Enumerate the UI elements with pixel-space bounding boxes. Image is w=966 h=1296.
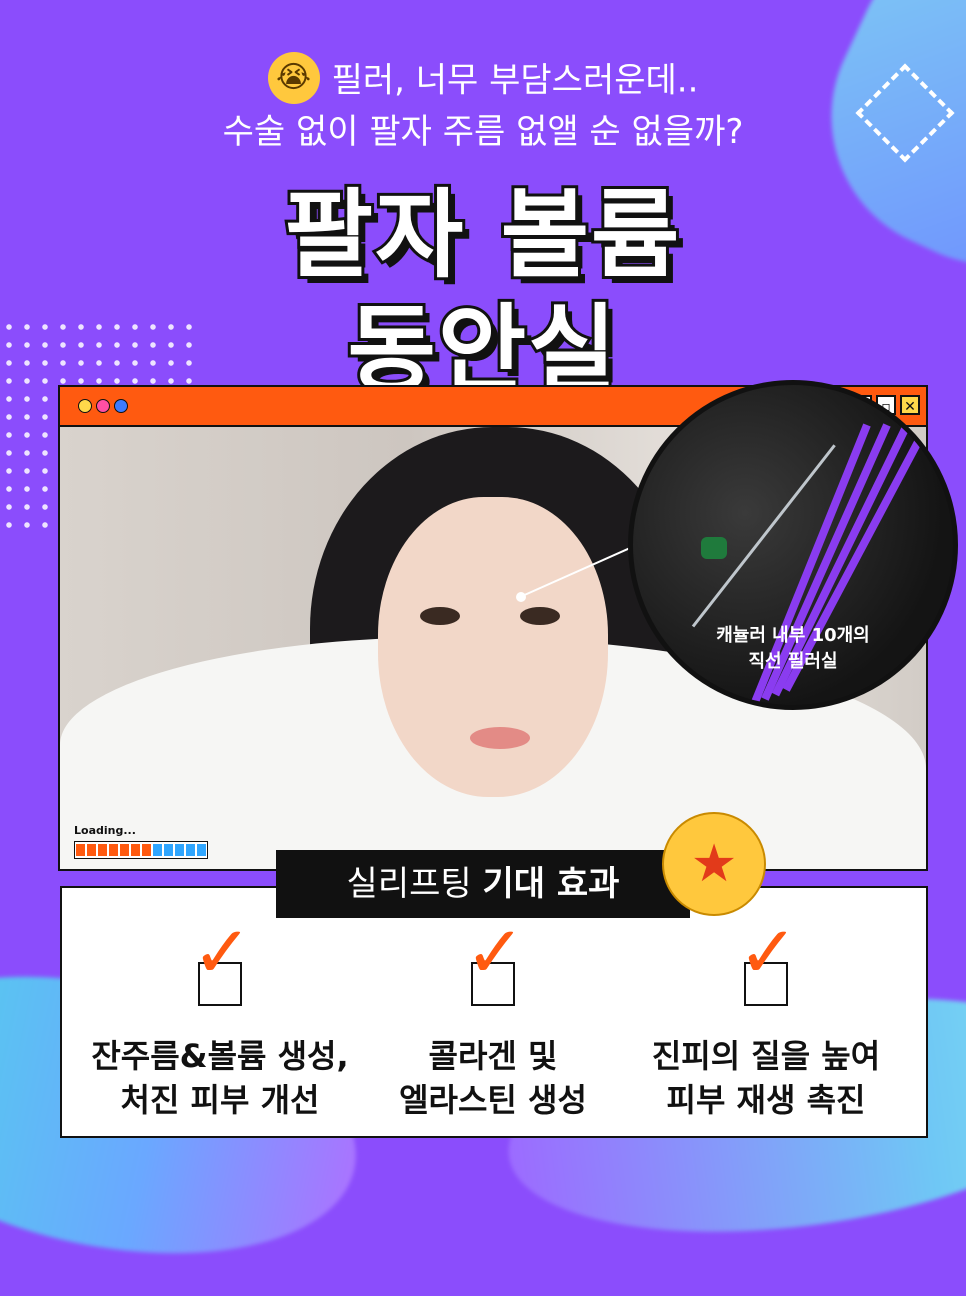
- loading-segment: [98, 844, 107, 856]
- photo-lips: [470, 727, 530, 749]
- intro-line-1: 필러, 너무 부담스러운데..: [331, 60, 699, 101]
- intro-line-2: 수술 없이 팔자 주름 없앨 순 없을까?: [222, 112, 744, 152]
- photo-eye: [420, 607, 460, 625]
- check-mark-icon: ✓: [465, 910, 526, 994]
- benefit-line: 엘라스틴 생성: [399, 1081, 587, 1119]
- star-struck-face-icon: ★: [662, 812, 766, 916]
- photo-face: [378, 497, 608, 797]
- loading-segment: [197, 844, 206, 856]
- loading-segment: [186, 844, 195, 856]
- benefit-line: 진피의 질을 높여: [651, 1037, 881, 1075]
- inset-label-line-2: 직선 필러실: [748, 651, 838, 672]
- benefit-line: 처진 피부 개선: [120, 1081, 320, 1119]
- intro-text: 😭 필러, 너무 부담스러운데.. 수술 없이 팔자 주름 없앨 순 없을까?: [0, 52, 966, 156]
- loading-segment: [164, 844, 173, 856]
- loading-segment: [142, 844, 151, 856]
- loading-label: Loading...: [74, 824, 136, 837]
- benefit-item: ✓ 진피의 질을 높여 피부 재생 촉진: [626, 916, 906, 1122]
- checkbox-icon: ✓: [192, 916, 252, 1006]
- loading-segment: [153, 844, 162, 856]
- inset-label: 캐뉼러 내부 10개의 직선 필러실: [693, 623, 893, 675]
- titlebar-dot-icon: [114, 399, 128, 413]
- cannula-needle: [691, 444, 836, 628]
- benefit-text: 진피의 질을 높여 피부 재생 촉진: [626, 1034, 906, 1122]
- loading-progress-bar: [74, 841, 208, 859]
- crying-face-icon: 😭: [267, 52, 320, 104]
- benefit-line: 잔주름&볼륨 생성,: [91, 1037, 349, 1075]
- effects-title-bold: 기대 효과: [482, 864, 620, 904]
- loading-segment: [76, 844, 85, 856]
- inset-label-line-1: 캐뉼러 내부 10개의: [716, 625, 870, 646]
- checkbox-icon: ✓: [465, 916, 525, 1006]
- effects-title-badge: 실리프팅 기대 효과: [276, 850, 690, 918]
- benefit-item: ✓ 잔주름&볼륨 생성, 처진 피부 개선: [80, 916, 360, 1122]
- check-mark-icon: ✓: [192, 910, 253, 994]
- loading-segment: [120, 844, 129, 856]
- titlebar-dot-icon: [96, 399, 110, 413]
- loading-segment: [175, 844, 184, 856]
- photo-eye: [520, 607, 560, 625]
- close-icon[interactable]: ✕: [900, 395, 920, 415]
- check-mark-icon: ✓: [738, 910, 799, 994]
- loading-segment: [131, 844, 140, 856]
- benefit-line: 콜라겐 및: [428, 1037, 558, 1075]
- thread-clip: [701, 537, 727, 559]
- thread-closeup-inset: 캐뉼러 내부 10개의 직선 필러실: [628, 380, 958, 710]
- headline-line-1: 팔자 볼륨: [282, 177, 683, 293]
- titlebar-dot-icon: [78, 399, 92, 413]
- loading-segment: [87, 844, 96, 856]
- benefit-item: ✓ 콜라겐 및 엘라스틴 생성: [353, 916, 633, 1122]
- benefit-text: 잔주름&볼륨 생성, 처진 피부 개선: [80, 1034, 360, 1122]
- effects-title-light: 실리프팅: [346, 864, 483, 904]
- checkbox-icon: ✓: [738, 916, 798, 1006]
- benefit-line: 피부 재생 촉진: [666, 1081, 866, 1119]
- loading-segment: [109, 844, 118, 856]
- benefit-text: 콜라겐 및 엘라스틴 생성: [353, 1034, 633, 1122]
